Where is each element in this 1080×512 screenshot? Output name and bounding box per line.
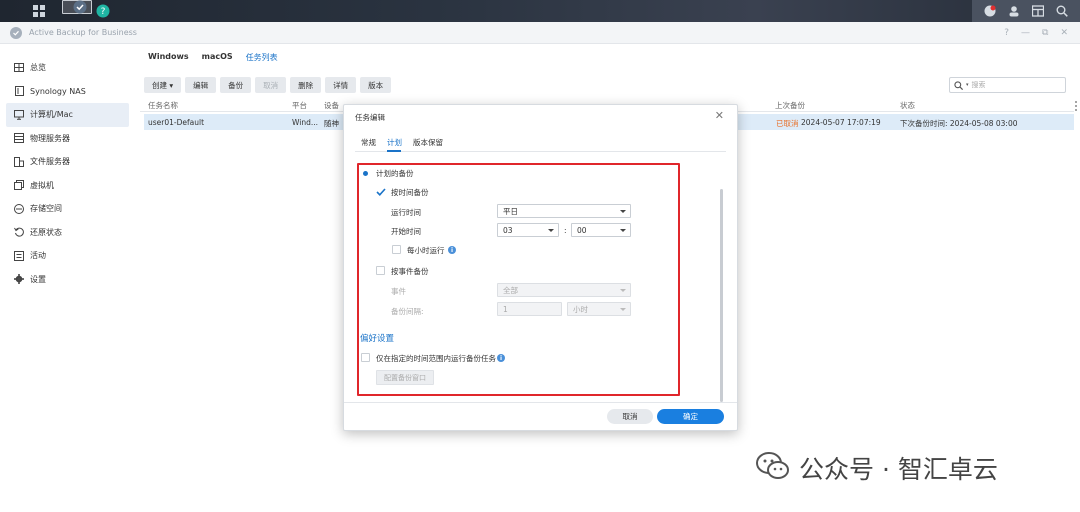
- sidebar-item-physical-server[interactable]: 物理服务器: [0, 127, 135, 151]
- highlight-annotation: [357, 163, 680, 396]
- dialog-scrollbar[interactable]: [720, 189, 723, 402]
- user-icon[interactable]: [1008, 5, 1020, 17]
- sidebar-item-label: 计算机/Mac: [30, 110, 73, 120]
- watermark-text: 公众号 · 智汇卓云: [799, 455, 998, 484]
- create-button[interactable]: 创建 ▾: [144, 77, 182, 93]
- notification-icon[interactable]: [984, 5, 996, 17]
- activity-icon: [14, 250, 24, 261]
- details-button[interactable]: 详情: [325, 77, 357, 93]
- search-placeholder: 搜索: [971, 81, 986, 89]
- sidebar-item-label: 文件服务器: [30, 157, 70, 167]
- sidebar-item-label: 虚拟机: [30, 180, 54, 190]
- minimize-button[interactable]: —: [1021, 28, 1030, 38]
- sidebar-item-label: 设置: [30, 274, 46, 284]
- column-header-status[interactable]: 状态: [900, 100, 915, 111]
- gear-icon: [14, 274, 24, 285]
- svg-text:?: ?: [101, 7, 106, 17]
- backup-button[interactable]: 备份: [220, 77, 252, 93]
- column-header-platform[interactable]: 平台: [292, 100, 307, 111]
- taskbar: ?: [0, 0, 1080, 22]
- widget-icon[interactable]: [1032, 5, 1044, 17]
- sidebar-item-label: 存储空间: [30, 204, 62, 214]
- delete-button[interactable]: 删除: [290, 77, 322, 93]
- column-header-last-backup[interactable]: 上次备份: [775, 100, 805, 111]
- platform-tabs: Windows macOS 任务列表: [148, 52, 278, 63]
- edit-button[interactable]: 编辑: [185, 77, 217, 93]
- dialog-footer-divider: [344, 402, 737, 403]
- column-header-device[interactable]: 设备: [324, 100, 339, 111]
- task-edit-dialog: 任务编辑 ✕ 常规 计划 版本保留 计划的备份 按时间备份 运行时间 平日 开始…: [343, 104, 738, 431]
- nas-icon: [14, 86, 24, 97]
- help-button[interactable]: ?: [1004, 28, 1009, 38]
- computer-icon: [14, 109, 24, 120]
- active-tab-indicator: [387, 150, 401, 152]
- task-device: 随神: [324, 119, 339, 128]
- taskbar-tray: [972, 0, 1080, 22]
- sidebar: 总览 Synology NAS 计算机/Mac 物理服务器 文件服务器 虚拟机 …: [0, 44, 135, 512]
- dialog-tabs: 常规 计划 版本保留: [361, 137, 443, 148]
- last-backup-status: 已取消: [776, 119, 799, 128]
- app-titlebar: Active Backup for Business ? — ⧉ ✕: [0, 22, 1080, 44]
- close-button[interactable]: ✕: [1060, 28, 1068, 38]
- sidebar-item-label: Synology NAS: [30, 86, 86, 96]
- grid-icon: [33, 5, 45, 17]
- dialog-title: 任务编辑: [355, 113, 385, 122]
- wechat-icon: [755, 450, 791, 486]
- restore-button[interactable]: ⧉: [1042, 28, 1048, 38]
- sidebar-item-file-server[interactable]: 文件服务器: [0, 150, 135, 174]
- column-menu-icon[interactable]: [1073, 100, 1079, 112]
- tab-macos[interactable]: macOS: [202, 52, 233, 63]
- search-icon[interactable]: [1056, 5, 1068, 17]
- sidebar-item-activity[interactable]: 活动: [0, 244, 135, 268]
- active-backup-icon: [73, 0, 86, 14]
- app-title: Active Backup for Business: [29, 28, 137, 37]
- search-icon: [954, 80, 963, 90]
- sidebar-item-vm[interactable]: 虚拟机: [0, 174, 135, 198]
- sidebar-item-settings[interactable]: 设置: [0, 268, 135, 292]
- cancel-task-button[interactable]: 取消: [255, 77, 287, 93]
- tab-windows[interactable]: Windows: [148, 52, 189, 63]
- tab-divider: [355, 151, 726, 152]
- file-server-icon: [14, 156, 24, 167]
- cancel-button[interactable]: 取消: [607, 409, 653, 424]
- storage-icon: [14, 203, 24, 214]
- sidebar-item-label: 总览: [30, 63, 46, 73]
- vm-icon: [14, 180, 24, 191]
- watermark: 公众号 · 智汇卓云: [755, 450, 998, 486]
- chevron-down-icon: ▾: [966, 82, 969, 88]
- dialog-close-icon[interactable]: ✕: [715, 109, 724, 122]
- sidebar-item-synology-nas[interactable]: Synology NAS: [0, 80, 135, 104]
- toolbar: 创建 ▾ 编辑 备份 取消 删除 详情 版本: [144, 77, 392, 93]
- column-header-name[interactable]: 任务名称: [148, 100, 178, 111]
- overview-icon: [14, 63, 24, 73]
- task-platform: Wind...: [292, 118, 319, 127]
- server-icon: [14, 133, 24, 144]
- task-name: user01-Default: [148, 118, 205, 127]
- window-controls: ? — ⧉ ✕: [1004, 22, 1068, 44]
- search-input[interactable]: ▾ 搜索: [949, 77, 1066, 93]
- sidebar-item-computer-mac[interactable]: 计算机/Mac: [6, 103, 129, 127]
- tab-schedule[interactable]: 计划: [387, 137, 402, 148]
- taskbar-help[interactable]: ?: [88, 0, 118, 22]
- help-icon: ?: [96, 4, 110, 18]
- sidebar-item-label: 物理服务器: [30, 133, 70, 143]
- sidebar-item-label: 活动: [30, 251, 46, 261]
- sidebar-item-restore-status[interactable]: 还原状态: [0, 221, 135, 245]
- task-state: 下次备份时间: 2024-05-08 03:00: [900, 119, 1018, 128]
- tab-retention[interactable]: 版本保留: [413, 137, 443, 148]
- tab-general[interactable]: 常规: [361, 137, 376, 148]
- main-menu-button[interactable]: [24, 0, 54, 22]
- version-button[interactable]: 版本: [360, 77, 392, 93]
- sidebar-item-overview[interactable]: 总览: [0, 56, 135, 80]
- restore-icon: [14, 227, 24, 237]
- ok-button[interactable]: 确定: [657, 409, 724, 424]
- last-backup-time: 2024-05-07 17:07:19: [801, 118, 881, 127]
- sidebar-item-storage[interactable]: 存储空间: [0, 197, 135, 221]
- app-logo-icon: [10, 26, 22, 39]
- sidebar-item-label: 还原状态: [30, 227, 62, 237]
- tab-task-list[interactable]: 任务列表: [246, 52, 278, 63]
